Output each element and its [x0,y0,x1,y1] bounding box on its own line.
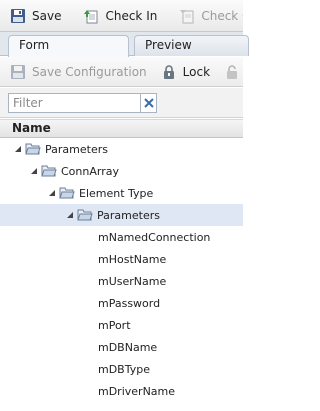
tree-node-label: Parameters [97,208,160,222]
tab-bar: Form Preview [0,32,249,57]
close-icon [143,98,154,108]
filter-input[interactable] [8,93,141,113]
tree-node-connarray[interactable]: ConnArray [0,160,243,182]
form-toolbar: Save Configuration Lock [0,57,243,87]
tree-leaf-mpassword[interactable]: mPassword [0,292,243,314]
expanded-arrow-icon [49,190,55,196]
tree-node-label: Element Type [79,186,154,200]
check-in-label: Check In [105,8,158,23]
check-out-button[interactable]: Check Ou [175,4,243,28]
unlock-button[interactable] [220,60,243,84]
parameter-tree: Parameters ConnArray Element Type Parame… [0,138,243,411]
main-toolbar: Save Check In Check Ou [0,0,243,32]
tree-node-element-type[interactable]: Element Type [0,182,243,204]
tree-leaf-mdbtype[interactable]: mDBType [0,358,243,380]
tree-leaf-mhostname[interactable]: mHostName [0,248,243,270]
tree-leaf-mdrivername[interactable]: mDriverName [0,380,243,402]
expanded-arrow-icon [67,212,73,218]
column-header-name[interactable]: Name [0,119,243,138]
tree-node-parameters[interactable]: Parameters [0,138,243,160]
unlock-icon [227,64,238,79]
tree-node-label: ConnArray [61,164,119,178]
tree-node-label: mDBName [98,340,158,354]
tree-node-label: mUserName [98,274,167,288]
tree-leaf-mport[interactable]: mPort [0,314,243,336]
tree-node-label: mDBType [98,362,150,376]
tree-node-label: mPassword [98,296,161,310]
tree-node-label: mHostName [98,252,167,266]
check-out-icon [180,9,194,23]
check-in-icon [84,9,98,23]
folder-open-icon [41,165,57,177]
check-out-label: Check Ou [201,8,243,23]
filter-bar [0,88,243,118]
folder-open-icon [25,143,41,155]
tree-leaf-mdbname[interactable]: mDBName [0,336,243,358]
tree-leaf-musername[interactable]: mUserName [0,270,243,292]
floppy-disk-icon [11,64,25,79]
save-button-label: Save [32,8,62,23]
save-button[interactable]: Save [6,4,65,28]
floppy-disk-icon [11,8,25,23]
save-configuration-label: Save Configuration [32,64,147,79]
tree-node-parameters-selected[interactable]: Parameters [0,204,243,226]
tree-node-label: mPort [98,318,131,332]
tab-preview[interactable]: Preview [134,35,249,56]
expanded-arrow-icon [15,146,21,152]
clear-filter-button[interactable] [141,93,157,113]
save-configuration-button[interactable]: Save Configuration [6,60,151,84]
tab-form[interactable]: Form [8,35,129,57]
expanded-arrow-icon [31,168,37,174]
tree-node-label: mDriverName [98,384,176,398]
tree-node-label: Parameters [45,142,108,156]
tree-leaf-mnamedconnection[interactable]: mNamedConnection [0,226,243,248]
folder-open-icon [77,209,93,221]
lock-label: Lock [182,64,211,79]
lock-icon [163,64,174,79]
tree-node-label: mNamedConnection [98,230,211,244]
lock-button[interactable]: Lock [157,60,214,84]
check-in-button[interactable]: Check In [79,4,161,28]
folder-open-icon [59,187,75,199]
